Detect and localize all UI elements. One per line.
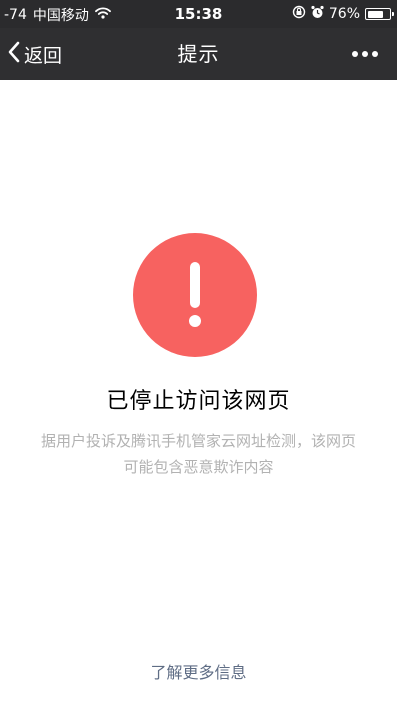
orientation-lock-icon: [292, 5, 306, 23]
more-dots-icon: [372, 51, 378, 57]
alarm-icon: [311, 5, 324, 23]
warning-description-line2: 可能包含恶意欺诈内容: [123, 458, 274, 476]
screen: -74 中国移动 15:38 76% 返回 提示 已停止访问该网页 据用户投诉及…: [0, 0, 397, 710]
exclamation-icon: [190, 262, 200, 308]
warning-description: 据用户投诉及腾讯手机管家云网址检测，该网页 可能包含恶意欺诈内容: [10, 428, 387, 480]
warning-description-line1: 据用户投诉及腾讯手机管家云网址检测，该网页: [40, 432, 356, 450]
status-right: 76%: [292, 5, 394, 23]
nav-bar: 返回 提示: [0, 28, 397, 80]
learn-more-link[interactable]: 了解更多信息: [0, 659, 397, 683]
more-button[interactable]: [343, 28, 387, 80]
battery-icon: [365, 8, 394, 20]
battery-percentage: 76%: [328, 6, 360, 22]
more-dots-icon: [362, 51, 368, 57]
warning-icon: [133, 233, 257, 357]
status-bar: -74 中国移动 15:38 76%: [0, 0, 397, 28]
battery-fill: [367, 10, 383, 18]
exclamation-dot: [189, 315, 201, 327]
more-dots-icon: [352, 51, 358, 57]
page-title: 提示: [177, 42, 220, 66]
warning-title: 已停止访问该网页: [106, 389, 291, 414]
